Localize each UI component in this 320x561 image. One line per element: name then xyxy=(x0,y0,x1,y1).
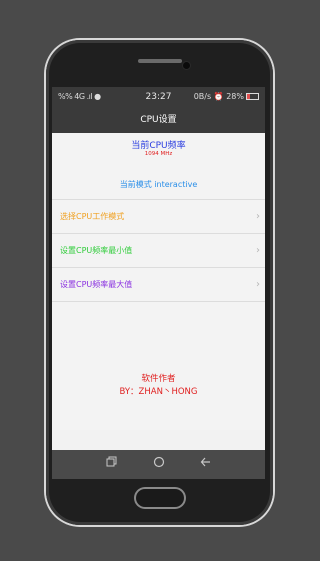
chevron-right-icon: › xyxy=(256,211,260,222)
back-icon[interactable] xyxy=(198,456,214,472)
author-title: 软件作者 xyxy=(141,374,176,384)
current-freq-label: 当前CPU频率 xyxy=(131,141,186,151)
home-icon[interactable] xyxy=(151,456,167,472)
camera-icon xyxy=(183,62,190,69)
page-title: CPU设置 xyxy=(140,115,177,125)
current-freq-value: 1094 MHz xyxy=(144,151,173,157)
status-right: 0B/s ⏰ 28% xyxy=(194,92,259,101)
menu-label: 选择CPU工作模式 xyxy=(60,212,125,221)
chevron-right-icon: › xyxy=(256,279,260,290)
battery-icon xyxy=(246,93,259,100)
menu-set-max-freq[interactable]: 设置CPU频率最大值 › xyxy=(52,267,265,302)
alarm-icon: ⏰ xyxy=(213,92,224,101)
screen: %% 4G .ıl ● 23:27 0B/s ⏰ 28% CPU设置 当前CPU… xyxy=(52,87,265,479)
nav-bar xyxy=(52,450,265,479)
author-name: BY：ZHAN丶HONG xyxy=(119,387,198,397)
status-bar: %% 4G .ıl ● 23:27 0B/s ⏰ 28% xyxy=(52,87,265,107)
earpiece xyxy=(138,59,182,63)
current-mode: 当前模式 interactive xyxy=(119,180,198,189)
speed-text: 0B/s xyxy=(193,92,212,101)
recent-apps-icon[interactable] xyxy=(103,456,119,472)
battery-text: 28% xyxy=(226,92,244,101)
chevron-right-icon: › xyxy=(256,245,260,256)
action-bar: CPU设置 xyxy=(52,107,265,133)
content: 当前CPU频率 1094 MHz 当前模式 interactive 选择CPU工… xyxy=(52,133,265,430)
home-button[interactable] xyxy=(136,489,184,507)
menu-set-min-freq[interactable]: 设置CPU频率最小值 › xyxy=(52,233,265,267)
menu-label: 设置CPU频率最小值 xyxy=(60,246,133,255)
menu-select-mode[interactable]: 选择CPU工作模式 › xyxy=(52,199,265,233)
menu-label: 设置CPU频率最大值 xyxy=(60,280,133,289)
